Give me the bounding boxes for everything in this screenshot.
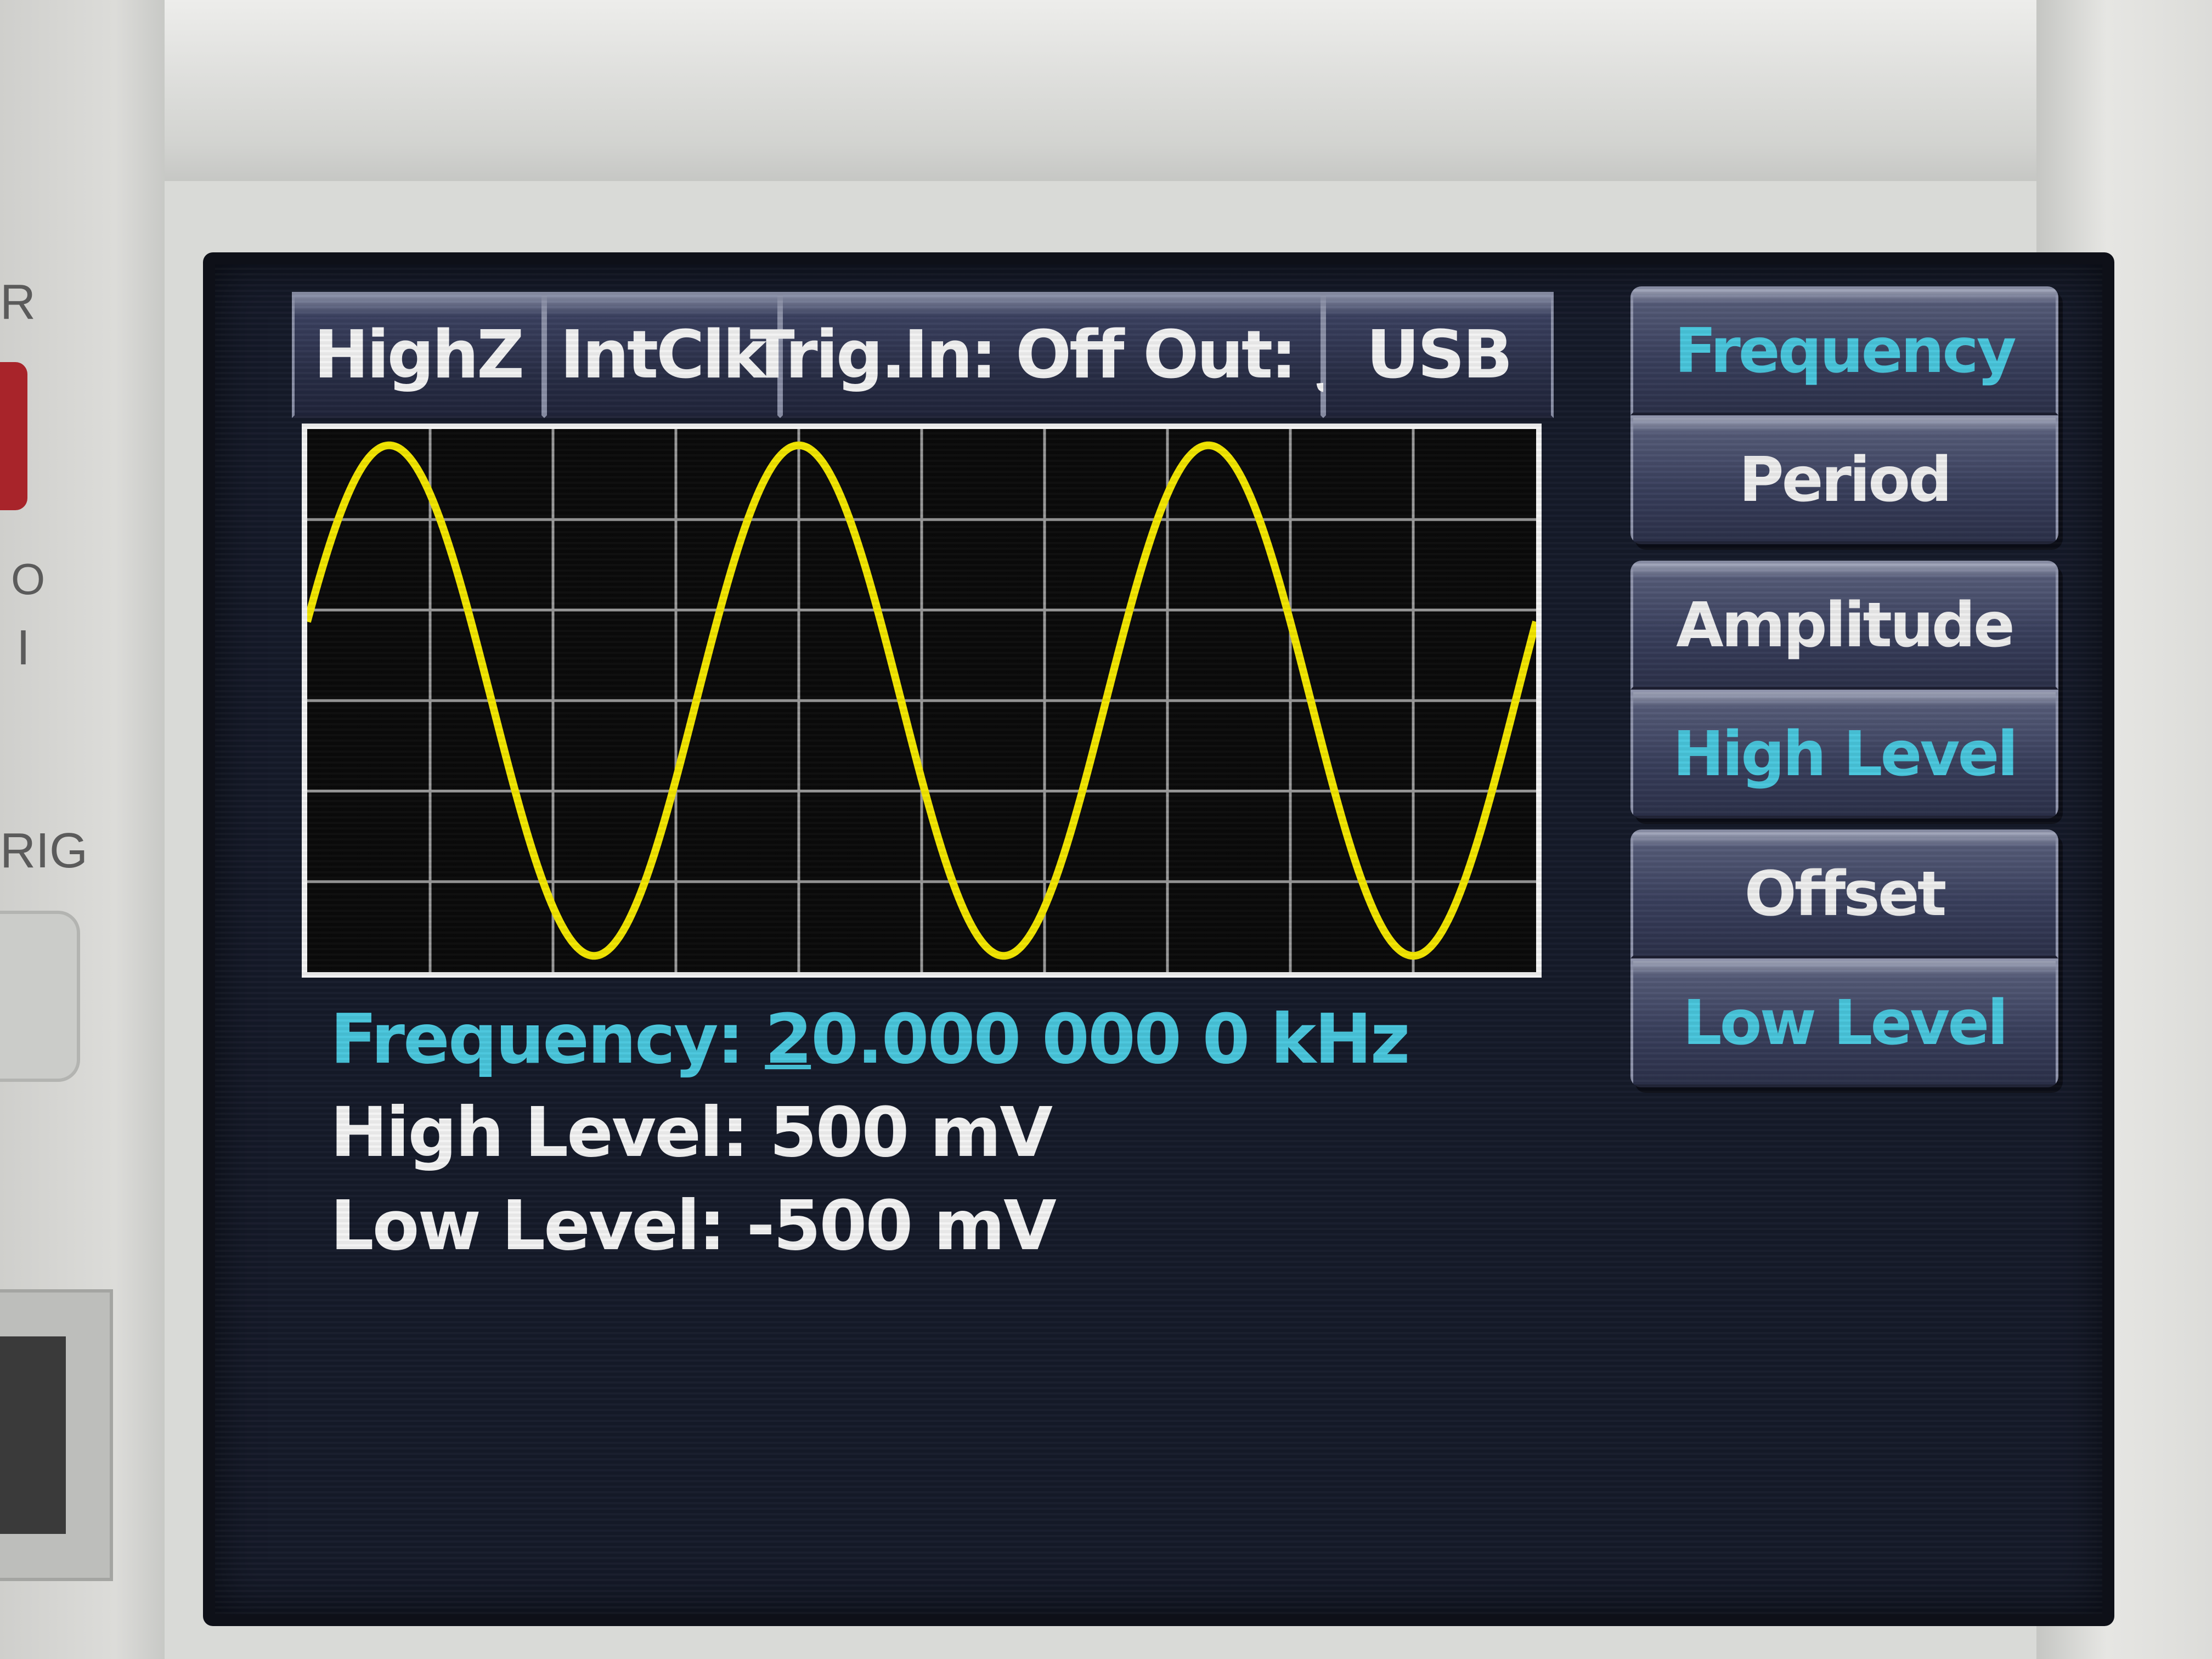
trigger-button[interactable]	[0, 911, 80, 1082]
status-trigger-output: Trig.In: Off Out: ∫	[750, 292, 1356, 418]
bezel-label-i: I	[16, 620, 31, 675]
status-clock: IntClk	[544, 292, 780, 418]
waveform-display	[302, 424, 1542, 978]
status-load: HighZ	[292, 292, 544, 418]
frequency-label: Frequency:	[330, 1000, 744, 1079]
softkey-offset[interactable]: Offset	[1630, 830, 2058, 958]
usb-port	[0, 1289, 113, 1581]
waveform-svg	[307, 429, 1536, 972]
high-level-label: High Level:	[330, 1093, 749, 1172]
frequency-cursor-digit: 2	[765, 1000, 812, 1079]
lcd-screen: HighZ IntClk Trig.In: Off Out: ∫ USB Fre…	[203, 252, 2114, 1626]
softkey-group-amplitude: Amplitude High Level	[1630, 561, 2058, 819]
high-level-value: 500 mV	[769, 1093, 1053, 1172]
instrument-bezel-top	[0, 0, 2212, 181]
low-level-readout: Low Level: -500 mV	[330, 1186, 1057, 1266]
softkey-period[interactable]: Period	[1630, 415, 2058, 544]
softkey-low-level[interactable]: Low Level	[1630, 958, 2058, 1087]
softkey-frequency[interactable]: Frequency	[1630, 286, 2058, 415]
softkey-group-frequency: Frequency Period	[1630, 286, 2058, 544]
high-level-readout: High Level: 500 mV	[330, 1093, 1053, 1172]
softkey-high-level[interactable]: High Level	[1630, 690, 2058, 819]
frequency-readout: Frequency: 20.000 000 0 kHz	[330, 1000, 1410, 1079]
power-button[interactable]	[0, 362, 27, 510]
low-level-value: -500 mV	[746, 1186, 1057, 1266]
status-interface: USB	[1323, 292, 1554, 418]
bezel-label-o: O	[11, 555, 46, 603]
frequency-value: 0.000 000 0 kHz	[811, 1000, 1410, 1079]
softkey-amplitude[interactable]: Amplitude	[1630, 561, 2058, 690]
softkey-group-offset: Offset Low Level	[1630, 830, 2058, 1087]
bezel-label-trig: RIG	[0, 823, 88, 878]
low-level-label: Low Level:	[330, 1186, 726, 1266]
status-bar: HighZ IntClk Trig.In: Off Out: ∫ USB	[292, 292, 1554, 418]
bezel-label-r: R	[0, 275, 36, 330]
